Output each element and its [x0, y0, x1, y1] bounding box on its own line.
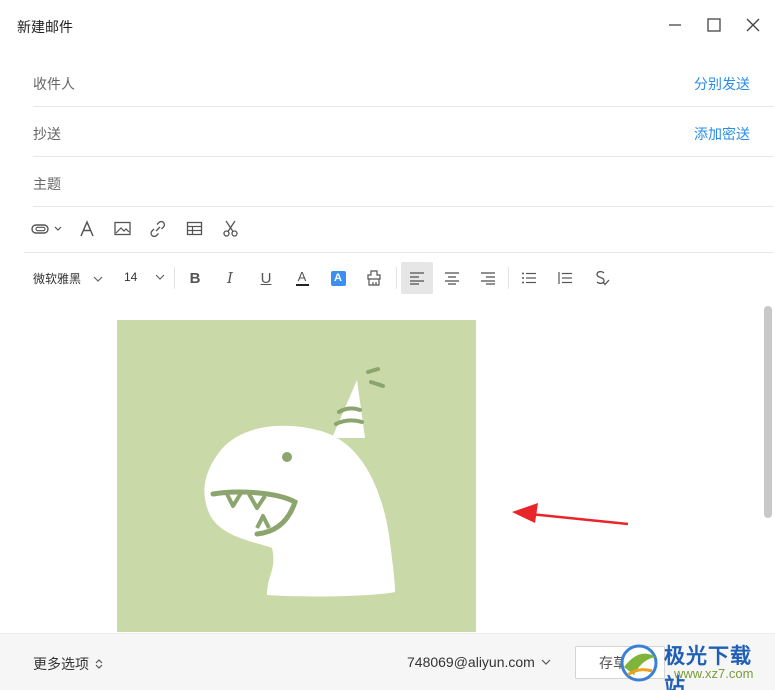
close-icon[interactable] [742, 14, 764, 36]
sender-account-select[interactable]: 748069@aliyun.com [407, 654, 551, 670]
maximize-icon[interactable] [703, 14, 725, 36]
font-size-value: 14 [124, 270, 138, 284]
add-bcc-link[interactable]: 添加密送 [694, 124, 750, 144]
insert-toolbar [24, 205, 774, 253]
watermark-logo: 极光下载站 www.xz7.com [612, 637, 772, 690]
attachment-icon[interactable] [30, 219, 64, 239]
subject-label: 主题 [33, 176, 61, 192]
align-left-button[interactable] [401, 262, 433, 294]
send-separately-link[interactable]: 分别发送 [694, 74, 750, 94]
font-family-select[interactable]: 微软雅黑 [33, 270, 103, 287]
to-field[interactable]: 收件人 分别发送 [33, 57, 774, 107]
font-color-glyph: A [297, 269, 307, 284]
chevron-down-icon [155, 274, 165, 280]
editor-scrollbar[interactable] [764, 306, 772, 518]
toolbar-divider [508, 267, 509, 289]
title-bar: 新建邮件 [0, 0, 775, 52]
font-size-select[interactable]: 14 [124, 270, 165, 284]
format-toolbar: 微软雅黑 14 B I U A A [24, 254, 774, 302]
dinosaur-illustration [117, 320, 476, 632]
chevron-down-icon [541, 659, 551, 665]
align-right-button[interactable] [477, 267, 499, 289]
window-title: 新建邮件 [17, 19, 73, 35]
font-color-bar [295, 284, 309, 286]
highlight-button[interactable]: A [327, 267, 349, 289]
more-options-button[interactable]: 更多选项 [33, 654, 103, 674]
scissors-icon[interactable] [221, 219, 241, 239]
red-arrow-annotation [512, 503, 629, 526]
watermark-url: www.xz7.com [674, 666, 754, 681]
image-icon[interactable] [113, 219, 133, 239]
numbered-list-button[interactable] [554, 267, 576, 289]
cc-label: 抄送 [33, 126, 61, 142]
table-icon[interactable] [185, 219, 205, 239]
minimize-icon[interactable] [664, 14, 686, 36]
clear-format-icon[interactable] [590, 267, 612, 289]
bold-button[interactable]: B [184, 267, 206, 289]
font-family-value: 微软雅黑 [33, 272, 82, 286]
link-icon[interactable] [148, 219, 168, 239]
sender-account-value: 748069@aliyun.com [407, 654, 535, 670]
highlight-glyph: A [330, 270, 346, 286]
font-icon[interactable] [77, 219, 97, 239]
inserted-image[interactable] [117, 320, 476, 632]
format-painter-icon[interactable] [363, 267, 385, 289]
chevron-down-icon [93, 276, 103, 282]
font-color-button[interactable]: A [291, 267, 313, 289]
more-options-label: 更多选项 [33, 656, 89, 672]
to-label: 收件人 [33, 76, 75, 92]
italic-button[interactable]: I [219, 267, 241, 289]
site-logo-icon [620, 644, 658, 682]
toolbar-divider [174, 267, 175, 289]
bullet-list-button[interactable] [518, 267, 540, 289]
underline-button[interactable]: U [255, 267, 277, 289]
watermark-text: 极光下载站 [664, 644, 752, 690]
align-center-button[interactable] [441, 267, 463, 289]
cc-field[interactable]: 抄送 添加密送 [33, 107, 774, 157]
toolbar-divider [396, 267, 397, 289]
subject-field[interactable]: 主题 [33, 157, 774, 207]
chevron-updown-icon [95, 659, 103, 669]
